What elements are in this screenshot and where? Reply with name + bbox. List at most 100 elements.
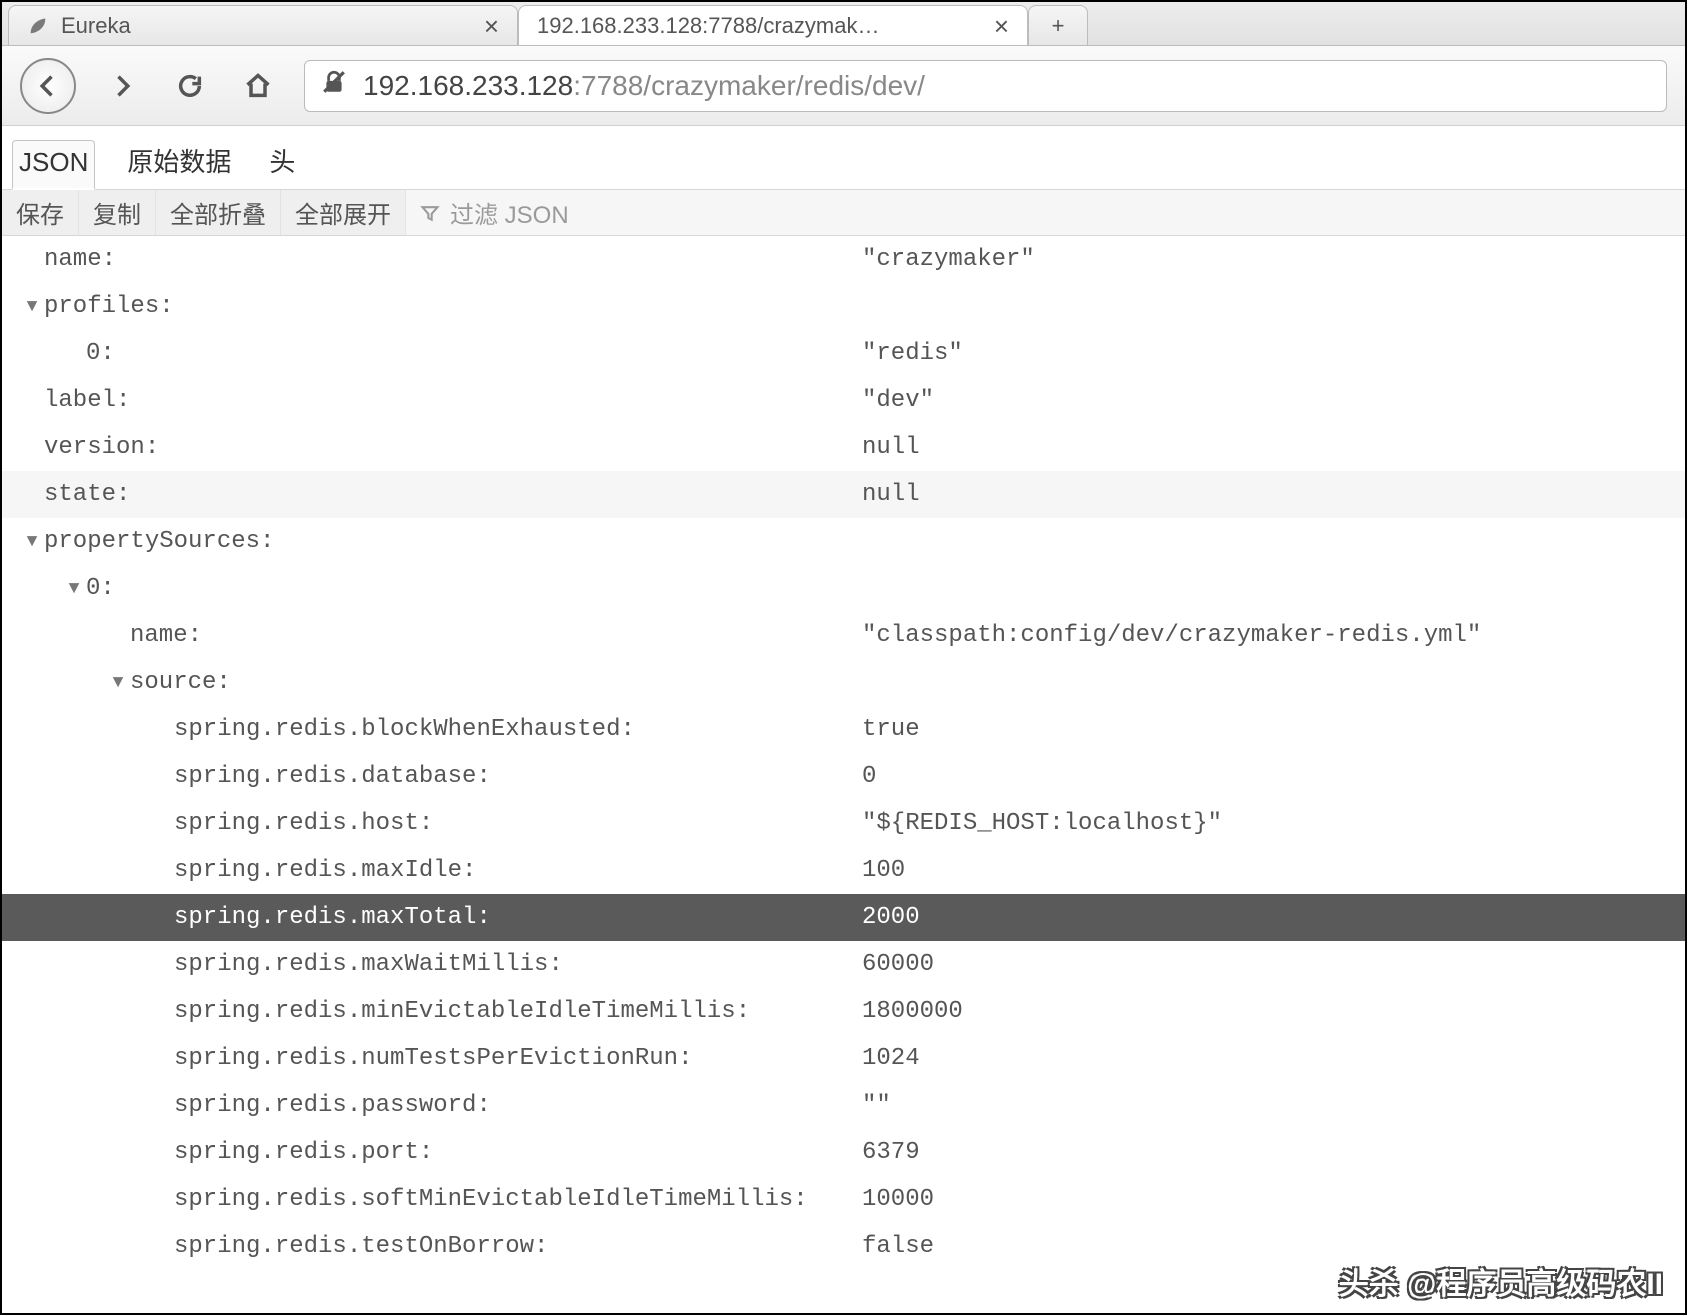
json-key: name:: [130, 624, 202, 648]
json-key: spring.redis.maxWaitMillis:: [174, 953, 563, 977]
json-key: name:: [44, 248, 116, 272]
twisty-down-icon[interactable]: ▼: [106, 674, 130, 692]
json-value: 2000: [862, 906, 920, 930]
json-key: spring.redis.maxTotal:: [174, 906, 491, 930]
close-icon[interactable]: ×: [994, 13, 1009, 39]
json-row[interactable]: name: "crazymaker": [2, 236, 1685, 283]
json-key: propertySources:: [44, 530, 274, 554]
json-value: 1800000: [862, 1000, 963, 1024]
arrow-right-icon: [108, 72, 136, 100]
json-key: spring.redis.minEvictableIdleTimeMillis:: [174, 1000, 750, 1024]
json-row[interactable]: ▼propertySources:: [2, 518, 1685, 565]
json-key: 0:: [86, 577, 115, 601]
json-value: null: [862, 436, 920, 460]
json-row[interactable]: ▼source:: [2, 659, 1685, 706]
plus-icon: +: [1052, 13, 1065, 39]
json-key: spring.redis.port:: [174, 1141, 433, 1165]
insecure-connection-icon: [321, 69, 347, 102]
save-button[interactable]: 保存: [2, 190, 79, 235]
json-key: version:: [44, 436, 159, 460]
copy-button[interactable]: 复制: [79, 190, 156, 235]
url-host: 192.168.233.128: [363, 70, 573, 102]
json-value: 10000: [862, 1188, 934, 1212]
json-value: "dev": [862, 389, 934, 413]
json-row[interactable]: spring.redis.password: "": [2, 1082, 1685, 1129]
url-path: /crazymaker/redis/dev/: [643, 70, 925, 102]
json-key: spring.redis.host:: [174, 812, 433, 836]
back-button[interactable]: [20, 58, 76, 114]
json-value: null: [862, 483, 920, 507]
json-value: true: [862, 718, 920, 742]
json-value: false: [862, 1235, 934, 1259]
reload-button[interactable]: [168, 64, 212, 108]
forward-button[interactable]: [100, 64, 144, 108]
tab-headers[interactable]: 头: [263, 136, 301, 189]
json-row[interactable]: spring.redis.maxTotal: 2000: [2, 894, 1685, 941]
json-row[interactable]: version: null: [2, 424, 1685, 471]
twisty-down-icon[interactable]: ▼: [62, 580, 86, 598]
json-key: 0:: [86, 342, 115, 366]
funnel-icon: [420, 203, 440, 223]
json-row[interactable]: spring.redis.testOnBorrow: false: [2, 1223, 1685, 1270]
navigation-bar: 192.168.233.128:7788/crazymaker/redis/de…: [2, 46, 1685, 126]
json-key: state:: [44, 483, 130, 507]
json-row[interactable]: spring.redis.blockWhenExhausted: true: [2, 706, 1685, 753]
json-row[interactable]: spring.redis.numTestsPerEvictionRun: 1024: [2, 1035, 1685, 1082]
filter-json[interactable]: 过滤 JSON: [406, 195, 583, 230]
close-icon[interactable]: ×: [484, 13, 499, 39]
tab-strip: Eureka × 192.168.233.128:7788/crazymak… …: [2, 2, 1685, 46]
json-value: "crazymaker": [862, 248, 1035, 272]
twisty-down-icon[interactable]: ▼: [20, 533, 44, 551]
arrow-left-icon: [34, 72, 62, 100]
json-tree: name: "crazymaker" ▼profiles: 0: "redis"…: [2, 236, 1685, 1270]
reload-icon: [176, 72, 204, 100]
json-row[interactable]: spring.redis.minEvictableIdleTimeMillis:…: [2, 988, 1685, 1035]
json-row[interactable]: spring.redis.maxIdle:100: [2, 847, 1685, 894]
json-value: 100: [862, 859, 905, 883]
view-mode-tabs: JSON 原始数据 头: [2, 126, 1685, 190]
json-value: "redis": [862, 342, 963, 366]
json-key: spring.redis.blockWhenExhausted:: [174, 718, 635, 742]
json-row[interactable]: spring.redis.maxWaitMillis: 60000: [2, 941, 1685, 988]
json-row[interactable]: spring.redis.softMinEvictableIdleTimeMil…: [2, 1176, 1685, 1223]
json-row[interactable]: spring.redis.port: 6379: [2, 1129, 1685, 1176]
new-tab-button[interactable]: +: [1028, 5, 1088, 45]
json-row[interactable]: state: null: [2, 471, 1685, 518]
json-key: spring.redis.password:: [174, 1094, 491, 1118]
json-value: 6379: [862, 1141, 920, 1165]
collapse-all-button[interactable]: 全部折叠: [156, 190, 281, 235]
tab-title: 192.168.233.128:7788/crazymak…: [537, 13, 879, 39]
twisty-down-icon[interactable]: ▼: [20, 298, 44, 316]
json-value: "": [862, 1094, 891, 1118]
json-key: profiles:: [44, 295, 174, 319]
json-row[interactable]: label: "dev": [2, 377, 1685, 424]
json-row[interactable]: spring.redis.database: 0: [2, 753, 1685, 800]
json-value: 0: [862, 765, 876, 789]
filter-placeholder: 过滤 JSON: [450, 195, 569, 230]
json-key: label:: [44, 389, 130, 413]
home-button[interactable]: [236, 64, 280, 108]
tab-json[interactable]: JSON: [12, 140, 95, 190]
browser-tab-active[interactable]: 192.168.233.128:7788/crazymak… ×: [518, 5, 1028, 45]
json-key: spring.redis.testOnBorrow:: [174, 1235, 548, 1259]
json-value: 60000: [862, 953, 934, 977]
url-port: :7788: [573, 70, 643, 102]
json-row[interactable]: spring.redis.host: "${REDIS_HOST:localhos…: [2, 800, 1685, 847]
json-key: spring.redis.softMinEvictableIdleTimeMil…: [174, 1188, 808, 1212]
expand-all-button[interactable]: 全部展开: [281, 190, 406, 235]
json-key: spring.redis.numTestsPerEvictionRun:: [174, 1047, 692, 1071]
tab-title: Eureka: [61, 13, 131, 39]
json-row[interactable]: ▼0:: [2, 565, 1685, 612]
address-bar[interactable]: 192.168.233.128:7788/crazymaker/redis/de…: [304, 60, 1667, 112]
json-row[interactable]: name: "classpath:config/dev/crazymaker-r…: [2, 612, 1685, 659]
json-row[interactable]: ▼profiles:: [2, 283, 1685, 330]
json-value: 1024: [862, 1047, 920, 1071]
json-value: "${REDIS_HOST:localhost}": [862, 812, 1222, 836]
json-value: "classpath:config/dev/crazymaker-redis.y…: [862, 624, 1481, 648]
json-row[interactable]: 0: "redis": [2, 330, 1685, 377]
json-key: spring.redis.database:: [174, 765, 491, 789]
tab-raw-data[interactable]: 原始数据: [121, 136, 237, 189]
json-toolbar: 保存 复制 全部折叠 全部展开 过滤 JSON: [2, 190, 1685, 236]
browser-tab-inactive[interactable]: Eureka ×: [8, 5, 518, 45]
home-icon: [244, 72, 272, 100]
